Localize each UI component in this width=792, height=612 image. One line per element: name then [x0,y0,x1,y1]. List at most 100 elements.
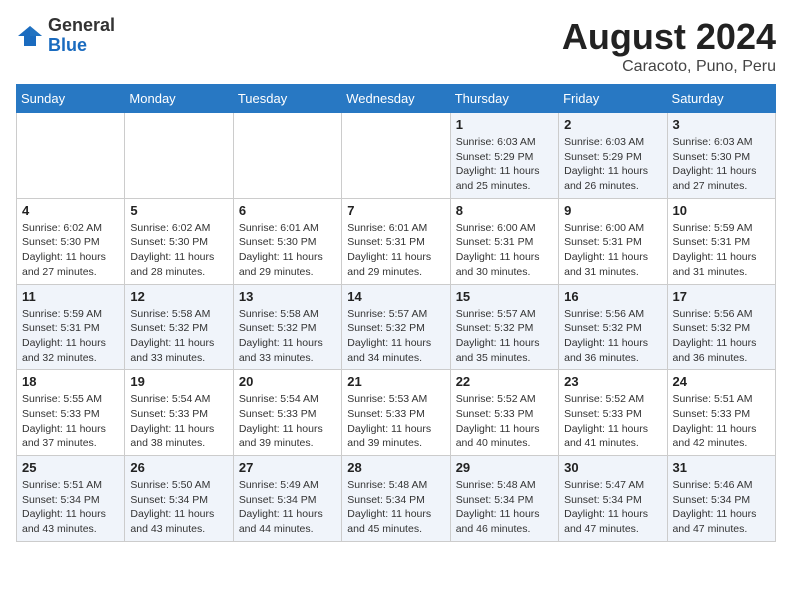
day-info: Sunrise: 5:53 AMSunset: 5:33 PMDaylight:… [347,392,444,451]
calendar-cell: 1 Sunrise: 6:03 AMSunset: 5:29 PMDaylight… [450,113,558,199]
day-info: Sunrise: 5:57 AMSunset: 5:32 PMDaylight:… [456,307,553,366]
calendar-cell: 2Sunrise: 6:03 AMSunset: 5:29 PMDaylight… [559,113,667,199]
day-number: 31 [673,460,770,475]
calendar-cell: 27 Sunrise: 5:49 AMSunset: 5:34 PMDayligh… [233,456,341,542]
day-number: 6 [239,203,336,218]
calendar-cell: 12Sunrise: 5:58 AMSunset: 5:32 PMDayligh… [125,284,233,370]
day-number: 10 [673,203,770,218]
day-info: Sunrise: 5:51 AMSunset: 5:33 PMDaylight:… [673,392,770,451]
day-number: 4 [22,203,119,218]
day-number: 17 [673,289,770,304]
calendar-cell: 14 Sunrise: 5:57 AMSunset: 5:32 PMDayligh… [342,284,450,370]
logo-general-text: General [48,16,115,36]
day-number: 11 [22,289,119,304]
logo-text: General Blue [48,16,115,56]
calendar-week-row: 18 Sunrise: 5:55 AMSunset: 5:33 PMDayligh… [17,370,776,456]
calendar-week-row: 4 Sunrise: 6:02 AMSunset: 5:30 PMDaylight… [17,198,776,284]
day-info: Sunrise: 5:48 AMSunset: 5:34 PMDaylight:… [456,478,553,537]
calendar-cell: 28 Sunrise: 5:48 AMSunset: 5:34 PMDayligh… [342,456,450,542]
calendar-cell: 3 Sunrise: 6:03 AMSunset: 5:30 PMDaylight… [667,113,775,199]
day-info: Sunrise: 5:56 AMSunset: 5:32 PMDaylight:… [564,307,661,366]
weekday-header-friday: Friday [559,85,667,113]
day-info: Sunrise: 6:00 AMSunset: 5:31 PMDaylight:… [456,221,553,280]
day-number: 29 [456,460,553,475]
calendar-cell: 22 Sunrise: 5:52 AMSunset: 5:33 PMDayligh… [450,370,558,456]
calendar-cell [342,113,450,199]
calendar-cell: 8 Sunrise: 6:00 AMSunset: 5:31 PMDaylight… [450,198,558,284]
calendar-week-row: 25 Sunrise: 5:51 AMSunset: 5:34 PMDayligh… [17,456,776,542]
day-number: 13 [239,289,336,304]
day-number: 7 [347,203,444,218]
calendar-cell: 4 Sunrise: 6:02 AMSunset: 5:30 PMDaylight… [17,198,125,284]
day-info: Sunrise: 5:56 AMSunset: 5:32 PMDaylight:… [673,307,770,366]
day-number: 28 [347,460,444,475]
calendar-cell: 20Sunrise: 5:54 AMSunset: 5:33 PMDayligh… [233,370,341,456]
day-number: 18 [22,374,119,389]
logo-icon [16,22,44,50]
calendar-week-row: 1 Sunrise: 6:03 AMSunset: 5:29 PMDaylight… [17,113,776,199]
day-number: 9 [564,203,661,218]
day-info: Sunrise: 6:03 AMSunset: 5:29 PMDaylight:… [456,135,553,194]
title-block: August 2024 Caracoto, Puno, Peru [562,16,776,76]
calendar-cell: 11Sunrise: 5:59 AMSunset: 5:31 PMDayligh… [17,284,125,370]
calendar-cell [17,113,125,199]
day-number: 15 [456,289,553,304]
calendar-cell: 5 Sunrise: 6:02 AMSunset: 5:30 PMDaylight… [125,198,233,284]
calendar-cell: 29 Sunrise: 5:48 AMSunset: 5:34 PMDayligh… [450,456,558,542]
day-info: Sunrise: 5:58 AMSunset: 5:32 PMDaylight:… [239,307,336,366]
calendar-cell: 6Sunrise: 6:01 AMSunset: 5:30 PMDaylight… [233,198,341,284]
day-number: 26 [130,460,227,475]
weekday-header-sunday: Sunday [17,85,125,113]
day-number: 30 [564,460,661,475]
calendar-cell: 19 Sunrise: 5:54 AMSunset: 5:33 PMDayligh… [125,370,233,456]
weekday-header-thursday: Thursday [450,85,558,113]
day-info: Sunrise: 5:50 AMSunset: 5:34 PMDaylight:… [130,478,227,537]
day-number: 12 [130,289,227,304]
day-info: Sunrise: 5:46 AMSunset: 5:34 PMDaylight:… [673,478,770,537]
logo-blue-text: Blue [48,36,115,56]
day-number: 23 [564,374,661,389]
day-info: Sunrise: 5:52 AMSunset: 5:33 PMDaylight:… [456,392,553,451]
day-info: Sunrise: 5:57 AMSunset: 5:32 PMDaylight:… [347,307,444,366]
day-number: 20 [239,374,336,389]
day-number: 5 [130,203,227,218]
day-number: 24 [673,374,770,389]
day-number: 21 [347,374,444,389]
calendar-cell: 13 Sunrise: 5:58 AMSunset: 5:32 PMDayligh… [233,284,341,370]
day-number: 19 [130,374,227,389]
day-info: Sunrise: 5:49 AMSunset: 5:34 PMDaylight:… [239,478,336,537]
logo: General Blue [16,16,115,56]
day-number: 1 [456,117,553,132]
day-number: 27 [239,460,336,475]
day-number: 2 [564,117,661,132]
day-info: Sunrise: 5:48 AMSunset: 5:34 PMDaylight:… [347,478,444,537]
calendar-cell: 30 Sunrise: 5:47 AMSunset: 5:34 PMDayligh… [559,456,667,542]
calendar-cell: 15 Sunrise: 5:57 AMSunset: 5:32 PMDayligh… [450,284,558,370]
day-info: Sunrise: 5:47 AMSunset: 5:34 PMDaylight:… [564,478,661,537]
day-info: Sunrise: 6:03 AMSunset: 5:30 PMDaylight:… [673,135,770,194]
calendar-cell: 23Sunrise: 5:52 AMSunset: 5:33 PMDayligh… [559,370,667,456]
calendar-table: SundayMondayTuesdayWednesdayThursdayFrid… [16,84,776,542]
weekday-header-tuesday: Tuesday [233,85,341,113]
day-number: 3 [673,117,770,132]
calendar-cell: 9 Sunrise: 6:00 AMSunset: 5:31 PMDaylight… [559,198,667,284]
weekday-header-wednesday: Wednesday [342,85,450,113]
day-number: 14 [347,289,444,304]
day-info: Sunrise: 6:00 AMSunset: 5:31 PMDaylight:… [564,221,661,280]
calendar-cell [233,113,341,199]
calendar-cell: 16 Sunrise: 5:56 AMSunset: 5:32 PMDayligh… [559,284,667,370]
day-info: Sunrise: 5:55 AMSunset: 5:33 PMDaylight:… [22,392,119,451]
day-number: 16 [564,289,661,304]
day-info: Sunrise: 6:02 AMSunset: 5:30 PMDaylight:… [130,221,227,280]
day-info: Sunrise: 5:54 AMSunset: 5:33 PMDaylight:… [130,392,227,451]
day-info: Sunrise: 6:02 AMSunset: 5:30 PMDaylight:… [22,221,119,280]
calendar-cell: 17 Sunrise: 5:56 AMSunset: 5:32 PMDayligh… [667,284,775,370]
day-number: 22 [456,374,553,389]
day-number: 8 [456,203,553,218]
weekday-header-monday: Monday [125,85,233,113]
weekday-header-row: SundayMondayTuesdayWednesdayThursdayFrid… [17,85,776,113]
day-number: 25 [22,460,119,475]
calendar-week-row: 11Sunrise: 5:59 AMSunset: 5:31 PMDayligh… [17,284,776,370]
calendar-cell: 26 Sunrise: 5:50 AMSunset: 5:34 PMDayligh… [125,456,233,542]
day-info: Sunrise: 5:51 AMSunset: 5:34 PMDaylight:… [22,478,119,537]
